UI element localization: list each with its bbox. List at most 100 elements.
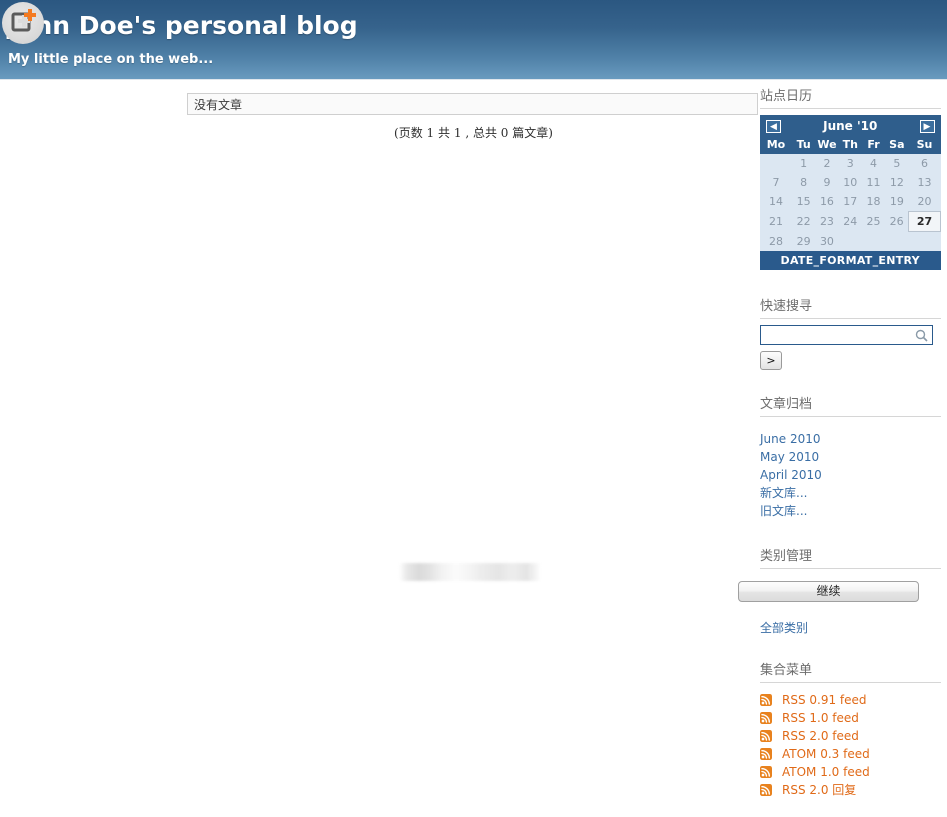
- rss-icon: [760, 730, 777, 742]
- calendar-day-cell[interactable]: 19: [885, 192, 909, 212]
- calendar-footer-row: DATE_FORMAT_ENTRY: [760, 251, 941, 270]
- calendar-month-label: June '10: [792, 115, 909, 136]
- pagination-middle: 共: [438, 126, 451, 140]
- calendar-day-cell[interactable]: 22: [792, 211, 816, 232]
- chevron-right-icon[interactable]: ▶: [919, 120, 935, 133]
- search-box[interactable]: [760, 325, 933, 345]
- calendar-day-cell[interactable]: 3: [838, 154, 862, 173]
- sidebar-block-archives: 文章归档 June 2010 May 2010 April 2010 新文库... 旧文…: [760, 396, 941, 520]
- chevron-left-icon[interactable]: ◀: [766, 120, 781, 133]
- calendar-day-cell[interactable]: 17: [838, 192, 862, 212]
- feed-row[interactable]: ATOM 1.0 feed: [760, 763, 941, 781]
- archive-link[interactable]: 旧文库...: [760, 502, 941, 520]
- archives-heading: 文章归档: [760, 396, 941, 417]
- pagination-comma: , 总共: [465, 126, 497, 140]
- sidebar-block-calendar: 站点日历 ◀ June '10 ▶ Mo Tu We Th Fr Sa Su 1234567…: [760, 88, 941, 270]
- calendar-day-cell[interactable]: 21: [760, 211, 792, 232]
- calendar-day-empty: [838, 231, 862, 251]
- rss-icon: [760, 766, 777, 778]
- calendar-day-cell[interactable]: 11: [861, 173, 886, 192]
- calendar-day-cell[interactable]: 13: [908, 173, 941, 192]
- pagination-summary: (页数 1 共 1 , 总共 0 篇文章): [187, 124, 760, 141]
- calendar-weekday-tu: Tu: [792, 136, 816, 154]
- calendar-day-cell[interactable]: 4: [861, 154, 886, 173]
- syndication-heading: 集合菜单: [760, 662, 941, 683]
- calendar-day-today[interactable]: 27: [908, 211, 941, 232]
- feed-row[interactable]: RSS 0.91 feed: [760, 691, 941, 709]
- rss-icon: [760, 748, 777, 760]
- calendar-day-grid: 1 2 3 4 5 6 7 8 9 10 11 12 13 14 15 16 17 18 19 20 21 22 23 24 2…: [760, 154, 941, 251]
- calendar-widget: ◀ June '10 ▶ Mo Tu We Th Fr Sa Su 1 2 3 4 5 6 7 8 9 10 1…: [760, 115, 941, 270]
- feed-link[interactable]: RSS 1.0 feed: [782, 709, 859, 727]
- calendar-day-cell[interactable]: 7: [760, 173, 792, 192]
- feed-row[interactable]: ATOM 0.3 feed: [760, 745, 941, 763]
- all-categories-link[interactable]: 全部类别: [760, 619, 941, 636]
- calendar-day-cell[interactable]: 5: [885, 154, 909, 173]
- sidebar-block-search: 快速搜寻 >: [760, 298, 941, 370]
- pagination-prefix: (页数: [394, 126, 423, 140]
- feed-row[interactable]: RSS 1.0 feed: [760, 709, 941, 727]
- calendar-prev-cell[interactable]: ◀: [760, 115, 792, 136]
- calendar-day-empty: [908, 231, 941, 251]
- syndication-list: RSS 0.91 feed RSS 1.0 feed RSS 2.0 feed ATO…: [760, 691, 941, 799]
- calendar-weekday-th: Th: [838, 136, 862, 154]
- calendar-day-cell[interactable]: 8: [792, 173, 816, 192]
- pagination-suffix: 篇文章): [512, 126, 553, 140]
- calendar-day-cell[interactable]: 10: [838, 173, 862, 192]
- rss-icon: [760, 712, 777, 724]
- no-entries-box: 没有文章: [187, 93, 758, 115]
- archives-list: June 2010 May 2010 April 2010 新文库... 旧文库...: [760, 430, 941, 520]
- feed-link[interactable]: ATOM 1.0 feed: [782, 763, 870, 781]
- calendar-day-cell[interactable]: 18: [861, 192, 886, 212]
- archive-link[interactable]: April 2010: [760, 466, 941, 484]
- calendar-day-cell[interactable]: 16: [815, 192, 839, 212]
- calendar-day-cell[interactable]: 29: [792, 231, 816, 251]
- calendar-day-cell[interactable]: 15: [792, 192, 816, 212]
- calendar-day-cell[interactable]: 25: [861, 211, 886, 232]
- calendar-day-cell[interactable]: 24: [838, 211, 862, 232]
- search-heading: 快速搜寻: [760, 298, 941, 319]
- calendar-weekday-su: Su: [908, 136, 941, 154]
- archive-link[interactable]: 新文库...: [760, 484, 941, 502]
- calendar-weekday-we: We: [815, 136, 839, 154]
- calendar-weekday-sa: Sa: [885, 136, 909, 154]
- new-page-plus-icon[interactable]: [2, 2, 44, 44]
- calendar-day-cell[interactable]: 20: [908, 192, 941, 212]
- pagination-current-page: 1: [426, 126, 435, 140]
- page-title: John Doe's personal blog: [8, 11, 358, 40]
- calendar-day-cell[interactable]: 9: [815, 173, 839, 192]
- feed-link[interactable]: RSS 2.0 feed: [782, 727, 859, 745]
- calendar-day-cell[interactable]: 26: [885, 211, 909, 232]
- site-subtitle: My little place on the web...: [8, 52, 214, 67]
- calendar-weekday-fr: Fr: [861, 136, 886, 154]
- page-body: 没有文章 (页数 1 共 1 , 总共 0 篇文章) 站点日历 ◀ June '…: [0, 80, 947, 797]
- feed-row[interactable]: RSS 2.0 feed: [760, 727, 941, 745]
- calendar-day-cell[interactable]: 6: [908, 154, 941, 173]
- calendar-day-empty: [885, 231, 909, 251]
- calendar-day-cell[interactable]: 12: [885, 173, 909, 192]
- pagination-total-entries: 0: [500, 126, 509, 140]
- calendar-day-cell[interactable]: 1: [792, 154, 816, 173]
- search-submit-button[interactable]: >: [760, 351, 782, 370]
- rss-icon: [760, 784, 777, 796]
- calendar-day-cell[interactable]: 28: [760, 231, 792, 251]
- archive-link[interactable]: May 2010: [760, 448, 941, 466]
- pagination-total-pages: 1: [453, 126, 462, 140]
- calendar-week-row: 14 15 16 17 18 19 20: [760, 192, 941, 212]
- calendar-weekday-mo: Mo: [760, 136, 792, 154]
- archive-link[interactable]: June 2010: [760, 430, 941, 448]
- calendar-week-row: 28 29 30: [760, 231, 941, 251]
- calendar-day-cell[interactable]: 30: [815, 231, 839, 251]
- search-input[interactable]: [761, 326, 917, 344]
- calendar-week-row: 7 8 9 10 11 12 13: [760, 173, 941, 192]
- calendar-week-row: 21 22 23 24 25 26 27: [760, 211, 941, 232]
- calendar-day-cell[interactable]: 23: [815, 211, 839, 232]
- categories-heading: 类别管理: [760, 548, 941, 569]
- calendar-day-cell[interactable]: 2: [815, 154, 839, 173]
- continue-button[interactable]: 继续: [738, 581, 919, 602]
- calendar-day-cell[interactable]: 14: [760, 192, 792, 212]
- feed-link[interactable]: RSS 0.91 feed: [782, 691, 867, 709]
- calendar-next-cell[interactable]: ▶: [908, 115, 941, 136]
- redacted-strip: [399, 563, 541, 581]
- feed-link[interactable]: ATOM 0.3 feed: [782, 745, 870, 763]
